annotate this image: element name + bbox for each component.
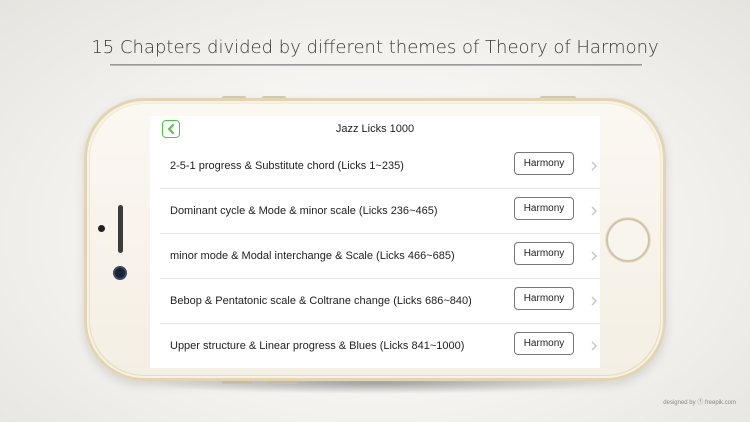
navigation-bar: Jazz Licks 1000 bbox=[150, 116, 600, 144]
harmony-button[interactable]: Harmony bbox=[514, 197, 574, 220]
harmony-button[interactable]: Harmony bbox=[514, 242, 574, 265]
harmony-button[interactable]: Harmony bbox=[514, 332, 574, 355]
home-button[interactable] bbox=[606, 218, 650, 262]
chapter-label: Dominant cycle & Mode & minor scale (Lic… bbox=[170, 205, 438, 217]
headline: 15 Chapters divided by different themes … bbox=[91, 37, 659, 58]
chapter-row[interactable]: Dominant cycle & Mode & minor scale (Lic… bbox=[160, 189, 600, 234]
front-camera bbox=[115, 268, 125, 278]
chevron-right-icon bbox=[591, 206, 598, 216]
headline-divider bbox=[110, 64, 642, 66]
chapter-row[interactable]: 2-5-1 progress & Substitute chord (Licks… bbox=[160, 144, 600, 189]
chapter-row[interactable]: minor mode & Modal interchange & Scale (… bbox=[160, 234, 600, 279]
earpiece-speaker bbox=[118, 205, 123, 253]
harmony-button[interactable]: Harmony bbox=[514, 287, 574, 310]
chapter-row[interactable]: Upper structure & Linear progress & Blue… bbox=[160, 324, 600, 368]
designer-credit: designed by ⓕ freepik.com bbox=[663, 400, 736, 406]
chevron-right-icon bbox=[591, 161, 598, 171]
chevron-right-icon bbox=[591, 251, 598, 261]
chevron-right-icon bbox=[591, 296, 598, 306]
chapter-label: 2-5-1 progress & Substitute chord (Licks… bbox=[170, 160, 404, 172]
harmony-button[interactable]: Harmony bbox=[514, 152, 574, 175]
chapter-list: 2-5-1 progress & Substitute chord (Licks… bbox=[150, 144, 600, 368]
nav-title: Jazz Licks 1000 bbox=[335, 123, 415, 135]
chapter-row[interactable]: Bebop & Pentatonic scale & Coltrane chan… bbox=[160, 279, 600, 324]
chapter-label: Upper structure & Linear progress & Blue… bbox=[170, 340, 465, 352]
chapter-label: minor mode & Modal interchange & Scale (… bbox=[170, 250, 455, 262]
proximity-sensor bbox=[98, 225, 105, 232]
chapter-label: Bebop & Pentatonic scale & Coltrane chan… bbox=[170, 295, 472, 307]
chevron-right-icon bbox=[591, 341, 598, 351]
app-screen: Jazz Licks 1000 2-5-1 progress & Substit… bbox=[150, 116, 600, 368]
